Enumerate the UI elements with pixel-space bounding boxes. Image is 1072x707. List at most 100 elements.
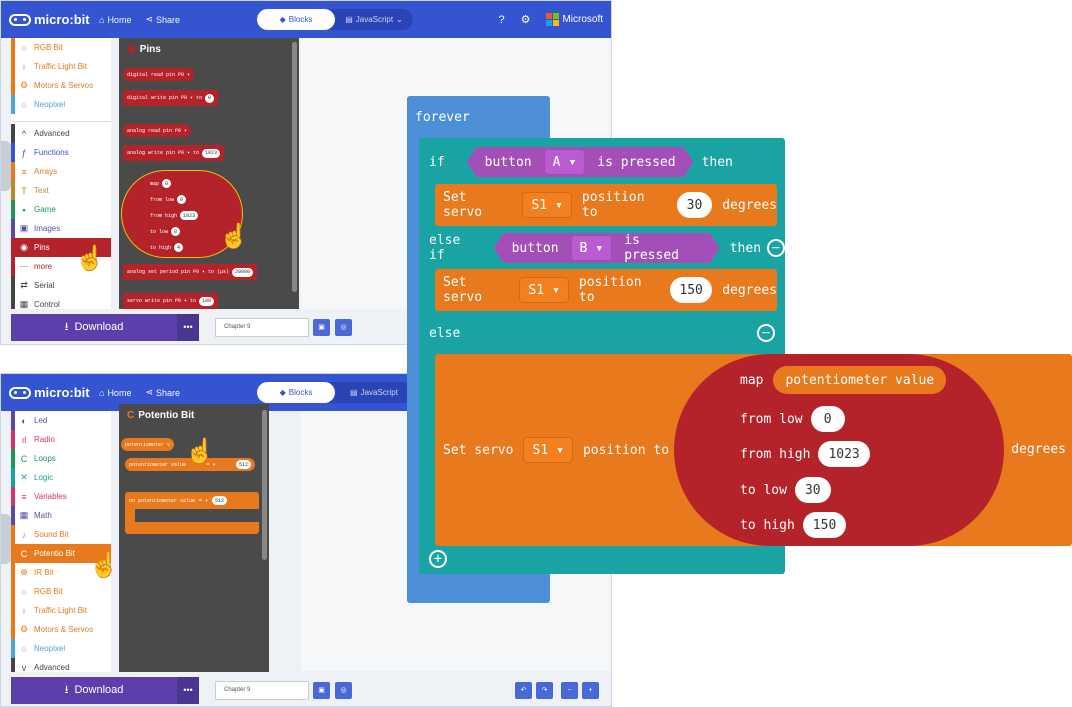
analog-read-block[interactable]: analog read pin P0 ▾ [123,124,192,137]
zoom-in-button[interactable]: + [582,681,599,699]
position-input[interactable]: 150 [670,277,713,303]
github-button[interactable]: ◎ [335,681,352,699]
add-branch-icon[interactable]: + [429,550,447,568]
toolbox-category-traffic-light-bit[interactable]: ♀ Traffic Light Bit [11,57,111,76]
remove-branch-icon[interactable]: − [767,239,785,257]
project-name-input[interactable]: Chapter 9 [215,680,309,700]
then-keyword: then [729,240,762,256]
toolbox-category-motors-servos[interactable]: ⚙ Motors & Servos [11,76,111,95]
save-button[interactable]: ▣ [313,318,330,336]
toolbox-category-neopixel[interactable]: ○ Neopixel [11,95,111,114]
else-keyword: else [429,325,461,341]
potentiometer-value-block[interactable]: potentiometer v [121,438,175,451]
analog-set-period-block[interactable]: analog set period pin P0 ▾ to (µs) 20000 [123,264,258,280]
else-if-keyword: else if [429,233,461,263]
gear-icon[interactable]: ⚙ [521,13,531,26]
project-name-input[interactable]: Chapter 9 [215,317,309,337]
toolbox-category-rgb-bit[interactable]: ○ RGB Bit [11,582,111,601]
remove-branch-icon[interactable]: − [757,324,775,342]
button-pressed-condition[interactable]: button A ▾ is pressed [467,147,694,177]
toolbox-category-neopixel[interactable]: ○ Neopixel [11,639,111,658]
toolbox-category-variables[interactable]: ≡ Variables [11,487,111,506]
category-icon: ♀ [20,605,28,616]
save-button[interactable]: ▣ [313,681,330,699]
from-high-input[interactable]: 1023 [818,441,870,467]
servo-dropdown[interactable]: S1 ▾ [523,437,573,463]
tab-javascript[interactable]: ▤ JavaScript ⌄ [335,9,413,30]
toolbox-category-sound-bit[interactable]: ♪ Sound Bit [11,525,111,544]
flyout-scrollbar[interactable] [292,42,297,292]
zoom-in-icon: + [588,686,593,694]
category-label: RGB Bit [34,587,63,596]
toolbox-category-led[interactable]: ◐ Led [11,411,111,430]
toolbox-collapse-handle[interactable] [1,514,11,564]
tab-javascript[interactable]: ▤ JavaScript [335,382,413,403]
toolbox-category-math[interactable]: ▦ Math [11,506,111,525]
set-servo-block-b[interactable]: Set servo S1 ▾ position to 150 degrees [435,269,777,311]
toolbox-category-serial[interactable]: ⇄ Serial [11,276,111,295]
category-label: Led [34,416,48,425]
digital-write-block[interactable]: digital write pin P0 ▾ to 0 [123,90,219,106]
toolbox-category-images[interactable]: ▣ Images [11,219,111,238]
brand-logo[interactable]: micro:bit [9,385,91,400]
servo-dropdown[interactable]: S1 ▾ [522,192,572,218]
from-low-input[interactable]: 0 [810,406,845,432]
microbit-icon [9,386,31,399]
undo-button[interactable]: ↶ [515,681,532,699]
to-high-input[interactable]: 150 [802,512,847,538]
category-label: Functions [34,148,69,157]
toolbox-category-advanced[interactable]: ^ Advanced [11,124,111,143]
on-potentiometer-block[interactable]: on potentiometer value = ▾ 512 [125,492,259,534]
toolbox-category-loops[interactable]: C Loops [11,449,111,468]
download-button[interactable]: ⭳ Download [11,313,177,341]
zoom-out-button[interactable]: − [561,681,578,699]
more-button[interactable]: ••• [177,676,199,704]
share-button[interactable]: ⋖ Share [145,387,180,398]
toolbox-category-motors-servos[interactable]: ⚙ Motors & Servos [11,620,111,639]
toolbox-category-arrays[interactable]: ≡ Arrays [11,162,111,181]
set-servo-block-a[interactable]: Set servo S1 ▾ position to 30 degrees [435,184,777,226]
toolbox-category-traffic-light-bit[interactable]: ♀ Traffic Light Bit [11,601,111,620]
button-pressed-condition[interactable]: button B ▾ is pressed [494,233,720,263]
flyout-scrollbar[interactable] [262,410,267,560]
toolbox-collapse-handle[interactable] [1,141,11,191]
digital-read-block[interactable]: digital read pin P0 ▾ [123,68,195,81]
category-icon: ⊕ [20,567,28,577]
toolbox-category-logic[interactable]: ✕ Logic [11,468,111,487]
brand-logo[interactable]: micro:bit [9,12,91,27]
button-a-dropdown[interactable]: A ▾ [544,149,586,175]
servo-write-block[interactable]: servo write pin P0 ▾ to 180 [123,293,219,309]
more-button[interactable]: ••• [177,313,199,341]
microsoft-logo[interactable]: Microsoft [546,13,603,26]
flyout-title: C Potentio Bit [127,410,195,421]
pins-flyout: ◉ Pins digital read pin P0 ▾ digital write… [119,38,299,309]
servo-dropdown[interactable]: S1 ▾ [519,277,569,303]
tab-blocks[interactable]: ◆ Blocks [257,382,335,403]
toolbox-category-game[interactable]: ▪ Game [11,200,111,219]
home-icon: ⌂ [99,14,105,25]
toolbox-category-text[interactable]: T Text [11,181,111,200]
chevron-down-icon: ▾ [555,197,563,213]
button-b-dropdown[interactable]: B ▾ [571,235,613,261]
map-block[interactable]: map potentiometer value from low 0 from h… [674,354,1004,546]
position-input[interactable]: 30 [676,192,713,218]
home-button[interactable]: ⌂ Home [99,388,131,398]
category-label: Pins [34,243,50,252]
category-icon: ▦ [19,510,29,520]
potentiometer-value-reporter[interactable]: potentiometer value [773,366,947,394]
set-servo-map-block[interactable]: Set servo S1 ▾ position to degrees map po… [435,354,1072,546]
redo-button[interactable]: ↷ [536,681,553,699]
github-icon: ◎ [340,687,347,694]
category-icon: ▪ [22,204,26,215]
share-button[interactable]: ⋖ Share [145,14,180,25]
download-button[interactable]: ⭳ Download [11,676,177,704]
to-low-input[interactable]: 30 [794,477,831,503]
toolbox-category-radio[interactable]: ıl Radio [11,430,111,449]
github-button[interactable]: ◎ [335,318,352,336]
toolbox-category-rgb-bit[interactable]: ○ RGB Bit [11,38,111,57]
help-icon[interactable]: ? [498,14,504,26]
home-button[interactable]: ⌂ Home [99,15,131,25]
toolbox-category-functions[interactable]: ƒ Functions [11,143,111,162]
tab-blocks[interactable]: ◆ Blocks [257,9,335,30]
analog-write-block[interactable]: analog write pin P0 ▾ to 1023 [123,145,225,161]
